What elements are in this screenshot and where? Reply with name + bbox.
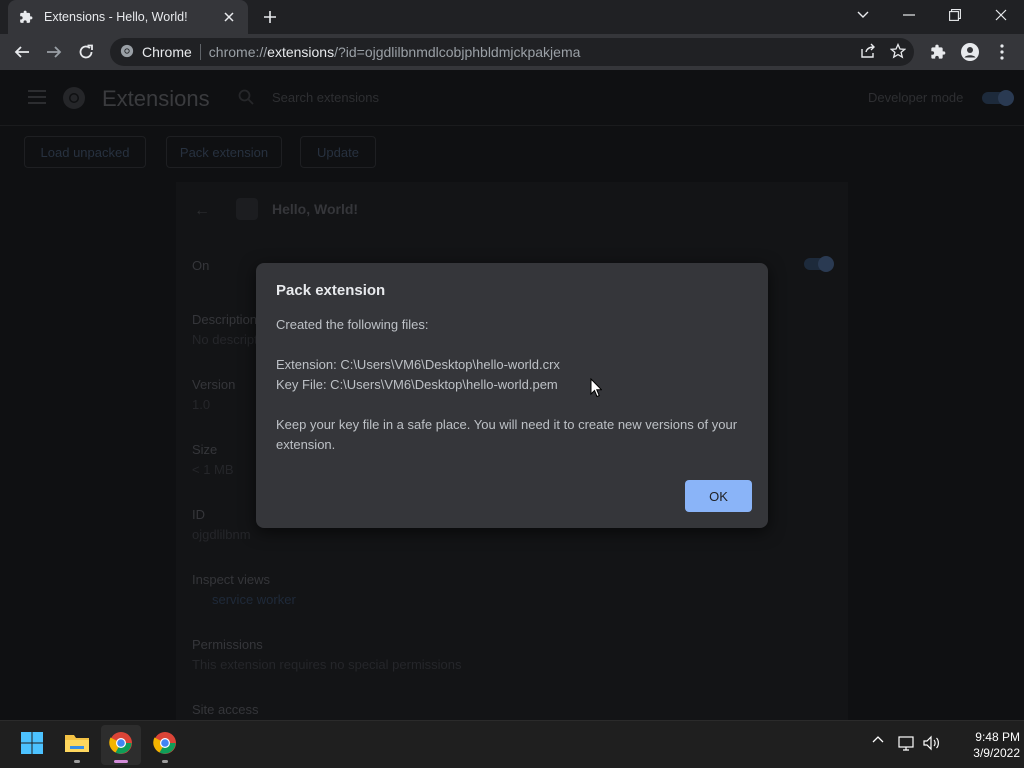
share-icon[interactable] bbox=[860, 43, 876, 62]
profile-avatar-icon[interactable] bbox=[958, 40, 982, 64]
start-button[interactable] bbox=[12, 725, 52, 765]
puzzle-piece-icon bbox=[18, 9, 34, 25]
tab-strip: Extensions - Hello, World! bbox=[0, 0, 1024, 34]
site-name: Chrome bbox=[142, 44, 192, 60]
id-value: ojgdlilbnm bbox=[192, 527, 251, 542]
pack-extension-button[interactable]: Pack extension bbox=[166, 136, 282, 168]
windows-taskbar: 9:48 PM 3/9/2022 bbox=[0, 720, 1024, 768]
permissions-label: Permissions bbox=[192, 637, 263, 652]
clock-time: 9:48 PM bbox=[975, 730, 1020, 744]
extension-icon bbox=[236, 198, 258, 220]
page-header: Extensions Search extensions Developer m… bbox=[0, 70, 1024, 126]
browser-toolbar: Chrome chrome://extensions/?id=ojgdlilbn… bbox=[0, 34, 1024, 70]
inspect-views-label: Inspect views bbox=[192, 572, 271, 587]
chrome-taskbar-button-active[interactable] bbox=[101, 725, 141, 765]
network-icon[interactable] bbox=[898, 735, 916, 751]
tab-title: Extensions - Hello, World! bbox=[44, 10, 188, 24]
mouse-cursor-icon bbox=[590, 377, 603, 403]
dialog-extension-path: Extension: C:\Users\VM6\Desktop\hello-wo… bbox=[276, 357, 560, 372]
volume-icon[interactable] bbox=[922, 735, 940, 751]
developer-mode-toggle[interactable] bbox=[982, 90, 1014, 106]
dialog-intro: Created the following files: bbox=[276, 317, 429, 332]
running-indicator bbox=[74, 760, 80, 763]
version-label: Version bbox=[192, 377, 236, 392]
update-button[interactable]: Update bbox=[300, 136, 376, 168]
service-worker-link[interactable]: service worker bbox=[212, 592, 296, 607]
minimize-icon[interactable] bbox=[886, 0, 932, 30]
version-value: 1.0 bbox=[192, 397, 211, 412]
ok-button[interactable]: OK bbox=[685, 480, 752, 512]
forward-arrow-icon[interactable] bbox=[42, 40, 66, 64]
back-arrow-icon[interactable] bbox=[10, 40, 34, 64]
reload-icon[interactable] bbox=[74, 40, 98, 64]
chrome-taskbar-button[interactable] bbox=[145, 725, 185, 765]
new-tab-button[interactable] bbox=[260, 7, 280, 27]
load-unpacked-button[interactable]: Load unpacked bbox=[24, 136, 146, 168]
system-clock[interactable]: 9:48 PM 3/9/2022 bbox=[940, 729, 1020, 761]
site-access-label: Site access bbox=[192, 702, 259, 717]
dialog-body: Created the following files: Extension: … bbox=[276, 315, 748, 455]
menu-kebab-icon[interactable] bbox=[990, 40, 1014, 64]
dialog-keyfile-path: Key File: C:\Users\VM6\Desktop\hello-wor… bbox=[276, 377, 558, 392]
url-host: extensions bbox=[267, 44, 335, 60]
chrome-site-icon bbox=[120, 44, 134, 61]
back-arrow-icon[interactable]: ← bbox=[194, 202, 210, 220]
tab-search-chevron-icon[interactable] bbox=[840, 0, 886, 30]
search-input[interactable]: Search extensions bbox=[272, 90, 379, 105]
extension-name: Hello, World! bbox=[272, 201, 359, 217]
running-indicator bbox=[162, 760, 168, 763]
windows-logo-icon bbox=[21, 731, 43, 759]
chrome-logo-icon bbox=[62, 86, 86, 115]
bookmark-star-icon[interactable] bbox=[889, 42, 907, 62]
url-rest: /?id=ojgdlilbnmdlcobjphbldmjckpakjema bbox=[334, 44, 581, 60]
restore-icon[interactable] bbox=[932, 0, 978, 30]
address-bar[interactable]: Chrome chrome://extensions/?id=ojgdlilbn… bbox=[110, 38, 914, 66]
dialog-note: Keep your key file in a safe place. You … bbox=[276, 417, 738, 452]
id-label: ID bbox=[192, 507, 205, 522]
clock-date: 3/9/2022 bbox=[973, 746, 1020, 760]
search-icon[interactable] bbox=[238, 89, 254, 110]
developer-mode-label: Developer mode bbox=[868, 90, 964, 105]
tab-extensions[interactable]: Extensions - Hello, World! bbox=[8, 0, 248, 34]
chrome-icon bbox=[109, 731, 133, 760]
active-indicator bbox=[114, 760, 128, 763]
permissions-value: This extension requires no special permi… bbox=[192, 657, 462, 672]
hamburger-menu-icon[interactable] bbox=[28, 90, 46, 109]
page-title: Extensions bbox=[102, 86, 210, 111]
close-tab-icon[interactable] bbox=[220, 8, 238, 26]
chrome-icon bbox=[153, 731, 177, 760]
extensions-puzzle-icon[interactable] bbox=[926, 40, 950, 64]
size-label: Size bbox=[192, 442, 218, 457]
folder-icon bbox=[64, 732, 90, 759]
file-explorer-button[interactable] bbox=[57, 725, 97, 765]
show-hidden-icons-chevron-icon[interactable] bbox=[872, 735, 884, 743]
omnibox-divider bbox=[199, 44, 201, 60]
pack-extension-dialog: Pack extension Created the following fil… bbox=[256, 263, 768, 528]
description-label: Description bbox=[192, 312, 258, 327]
dialog-title: Pack extension bbox=[276, 282, 386, 299]
url-text: chrome://extensions/?id=ojgdlilbnmdlcobj… bbox=[209, 44, 581, 60]
close-window-icon[interactable] bbox=[978, 0, 1024, 30]
url-prefix: chrome:// bbox=[208, 44, 268, 60]
extension-enabled-toggle[interactable] bbox=[804, 256, 834, 272]
on-label: On bbox=[192, 258, 210, 273]
size-value: < 1 MB bbox=[192, 462, 234, 477]
